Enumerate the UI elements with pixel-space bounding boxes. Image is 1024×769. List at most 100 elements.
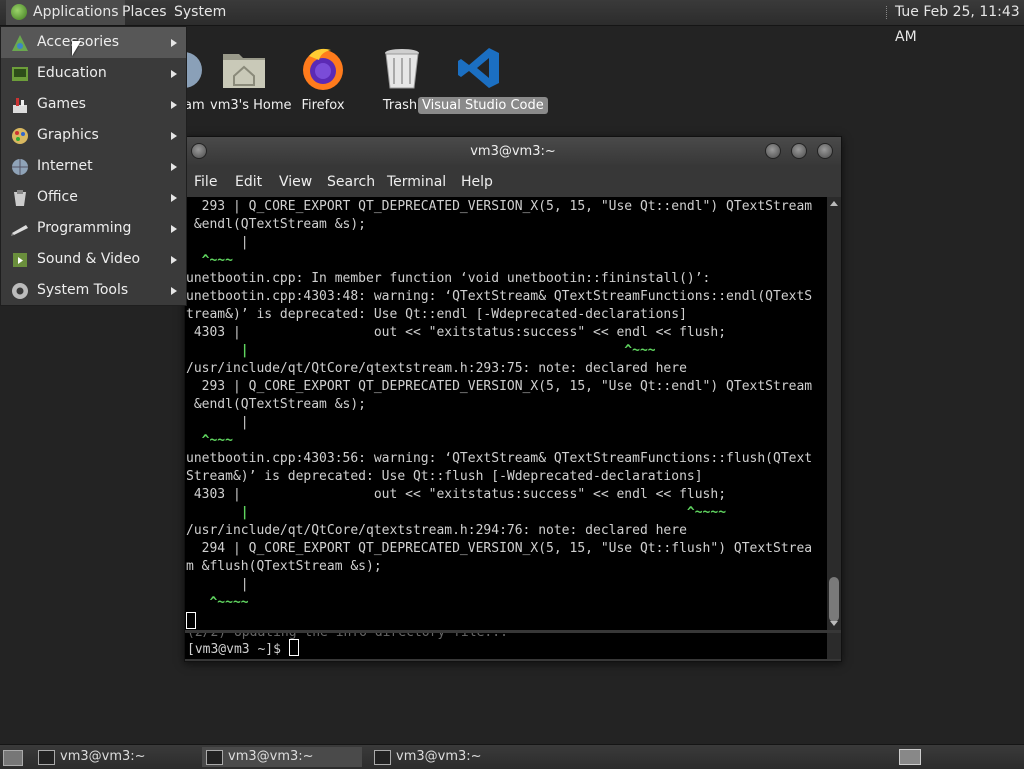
terminal-line: ^~~~~ xyxy=(186,595,249,610)
applications-menu-button[interactable]: Applications xyxy=(6,0,125,25)
internet-icon xyxy=(10,157,30,177)
firefox-icon xyxy=(299,44,347,92)
taskbar-label: vm3@vm3:~ xyxy=(396,749,482,764)
taskbar-button[interactable]: vm3@vm3:~ xyxy=(34,747,194,767)
desktop-icon-label: Visual Studio Code xyxy=(418,97,548,114)
sound-video-icon xyxy=(10,250,30,270)
menu-help[interactable]: Help xyxy=(461,165,493,199)
maximize-icon[interactable] xyxy=(791,143,807,159)
terminal-output[interactable]: 293 | Q_CORE_EXPORT QT_DEPRECATED_VERSIO… xyxy=(185,197,827,630)
background-terminal-pane[interactable]: (2/2) Updating the info directory file..… xyxy=(185,633,827,659)
menu-item-office[interactable]: Office xyxy=(1,182,186,213)
programming-icon xyxy=(10,219,30,239)
submenu-arrow-icon xyxy=(171,132,177,140)
education-icon xyxy=(10,64,30,84)
clock[interactable]: Tue Feb 25, 11:43 AM xyxy=(895,0,1024,50)
prompt-cursor xyxy=(288,639,299,656)
vscode-icon xyxy=(455,44,503,92)
terminal-icon xyxy=(38,750,55,765)
terminal-text: 293 | Q_CORE_EXPORT QT_DEPRECATED_VERSIO… xyxy=(186,198,812,630)
desktop-icon-label: Trash xyxy=(382,98,418,113)
bottom-panel: vm3@vm3:~ vm3@vm3:~ vm3@vm3:~ xyxy=(0,744,1024,769)
menu-item-sound-video[interactable]: Sound & Video xyxy=(1,244,186,275)
close-icon[interactable] xyxy=(817,143,833,159)
terminal-icon xyxy=(206,750,223,765)
terminal-line: 294 | Q_CORE_EXPORT QT_DEPRECATED_VERSIO… xyxy=(186,541,813,556)
system-menu-button[interactable]: System xyxy=(168,0,232,25)
panel-separator xyxy=(886,6,889,19)
menu-file[interactable]: File xyxy=(194,165,217,199)
terminal-line: Stream&)’ is deprecated: Use Qt::flush [… xyxy=(186,469,703,484)
taskbar-button[interactable]: vm3@vm3:~ xyxy=(370,747,530,767)
menu-item-education[interactable]: Education xyxy=(1,58,186,89)
scroll-up-icon[interactable] xyxy=(830,201,838,206)
terminal-line: tream&)’ is deprecated: Use Qt::endl [-W… xyxy=(186,307,687,322)
taskbar-button-active[interactable]: vm3@vm3:~ xyxy=(202,747,362,767)
desktop-icon-home[interactable]: vm3's Home xyxy=(206,44,292,113)
submenu-arrow-icon xyxy=(171,287,177,295)
show-desktop-icon[interactable] xyxy=(3,750,23,766)
menu-item-label: Education xyxy=(37,65,107,81)
top-panel: Applications Places System Tue Feb 25, 1… xyxy=(0,0,1024,45)
shell-prompt: [vm3@vm3 ~]$ xyxy=(187,639,299,659)
desktop-icon-vscode[interactable]: Visual Studio Code xyxy=(418,44,548,114)
accessories-icon xyxy=(10,33,30,53)
desktop-icon-trash[interactable]: Trash xyxy=(378,44,422,113)
menu-item-label: System Tools xyxy=(37,282,129,298)
workspace-switcher[interactable] xyxy=(899,749,921,765)
terminal-cursor xyxy=(186,612,196,629)
terminal-line: &endl(QTextStream &s); xyxy=(186,397,367,412)
menu-item-games[interactable]: Games xyxy=(1,89,186,120)
minimize-icon[interactable] xyxy=(765,143,781,159)
home-folder-icon xyxy=(220,44,268,92)
terminal-line: | ^~~~~ xyxy=(186,505,727,520)
terminal-line: | xyxy=(186,415,249,430)
scrollbar-thumb[interactable] xyxy=(829,577,839,622)
applications-menu: Accessories Education Games Graphics Int… xyxy=(0,26,187,306)
menu-item-label: Programming xyxy=(37,220,132,236)
terminal-line: ^~~~ xyxy=(186,253,233,268)
background-terminal-scrollbar[interactable] xyxy=(827,633,841,659)
menu-item-system-tools[interactable]: System Tools xyxy=(1,275,186,306)
terminal-line: 4303 | out << "exitstatus:success" << en… xyxy=(186,325,727,340)
system-tools-icon xyxy=(10,281,30,301)
distro-logo-icon xyxy=(11,4,27,20)
taskbar-label: vm3@vm3:~ xyxy=(60,749,146,764)
terminal-line: | ^~~~ xyxy=(186,343,656,358)
menu-search[interactable]: Search xyxy=(327,165,375,199)
window-title: vm3@vm3:~ xyxy=(470,144,556,159)
applications-label: Applications xyxy=(33,4,119,20)
terminal-window[interactable]: vm3@vm3:~ File Edit View Search Terminal… xyxy=(184,136,842,662)
terminal-line: unetbootin.cpp: In member function ‘void… xyxy=(186,271,711,286)
terminal-menubar: File Edit View Search Terminal Help xyxy=(185,165,841,197)
places-menu-button[interactable]: Places xyxy=(116,0,173,25)
menu-item-label: Games xyxy=(37,96,86,112)
graphics-icon xyxy=(10,126,30,146)
terminal-scrollbar[interactable] xyxy=(827,197,841,630)
submenu-arrow-icon xyxy=(171,256,177,264)
menu-item-programming[interactable]: Programming xyxy=(1,213,186,244)
submenu-arrow-icon xyxy=(171,39,177,47)
menu-view[interactable]: View xyxy=(279,165,312,199)
terminal-line: | xyxy=(186,235,249,250)
menu-item-internet[interactable]: Internet xyxy=(1,151,186,182)
terminal-icon xyxy=(374,750,391,765)
scroll-down-icon[interactable] xyxy=(830,621,838,626)
terminal-line: ^~~~ xyxy=(186,433,233,448)
terminal-line: | xyxy=(186,577,249,592)
terminal-line: unetbootin.cpp:4303:56: warning: ‘QTextS… xyxy=(186,451,813,466)
submenu-arrow-icon xyxy=(171,225,177,233)
desktop-icon-firefox[interactable]: Firefox xyxy=(294,44,352,113)
submenu-arrow-icon xyxy=(171,70,177,78)
submenu-arrow-icon xyxy=(171,163,177,171)
window-titlebar[interactable]: vm3@vm3:~ xyxy=(185,137,841,165)
terminal-line: &endl(QTextStream &s); xyxy=(186,217,367,232)
menu-terminal[interactable]: Terminal xyxy=(387,165,446,199)
menu-item-label: Graphics xyxy=(37,127,99,143)
terminal-line: 4303 | out << "exitstatus:success" << en… xyxy=(186,487,727,502)
terminal-line: m &flush(QTextStream &s); xyxy=(186,559,382,574)
terminal-line: /usr/include/qt/QtCore/qtextstream.h:294… xyxy=(186,523,687,538)
menu-item-graphics[interactable]: Graphics xyxy=(1,120,186,151)
menu-edit[interactable]: Edit xyxy=(235,165,262,199)
menu-item-accessories[interactable]: Accessories xyxy=(1,27,186,58)
